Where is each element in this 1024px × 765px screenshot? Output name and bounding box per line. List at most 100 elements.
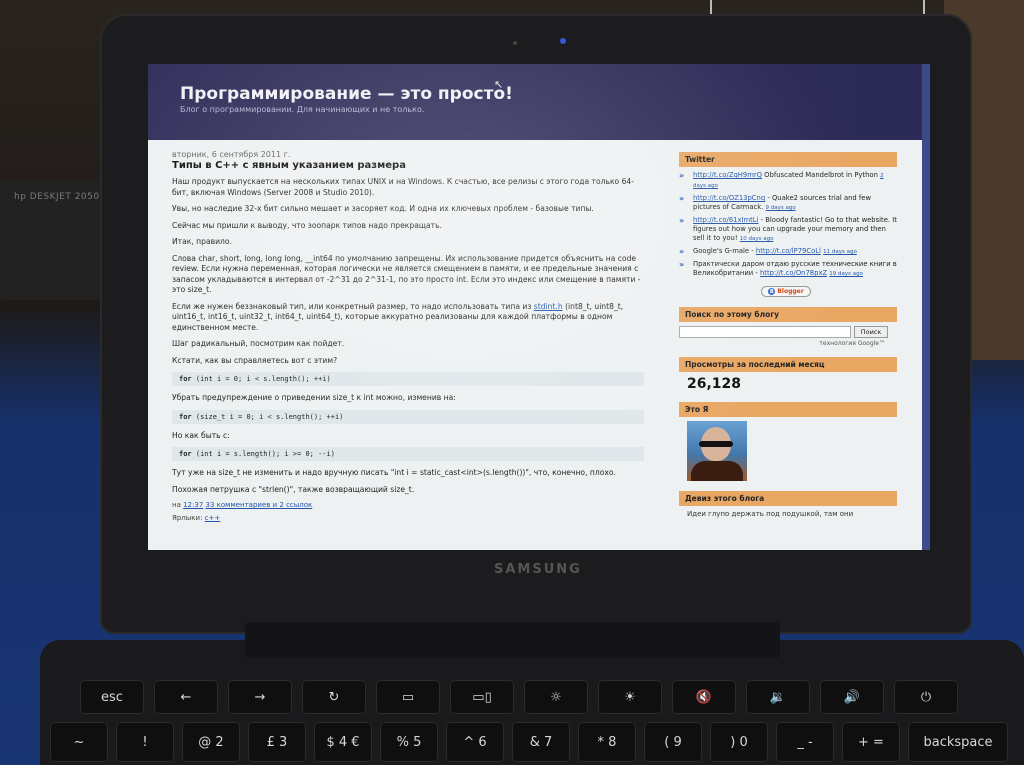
keyboard-key[interactable]: ☼ xyxy=(524,680,588,714)
footer-prefix: на xyxy=(172,501,184,509)
comments-link[interactable]: 33 комментариев и 2 ссылок xyxy=(206,501,313,509)
tweet-link[interactable]: http://t.co/lP79CoLl xyxy=(756,247,821,255)
keyboard-key[interactable]: ~ xyxy=(50,722,108,762)
tweet-item: » http://t.co/ZqH9mrQ Obfuscated Mandelbr… xyxy=(679,171,897,191)
webcam-lens xyxy=(513,41,517,45)
avatar[interactable] xyxy=(687,421,747,481)
keyboard-key[interactable]: 🔇 xyxy=(672,680,736,714)
code-keyword: for xyxy=(179,412,192,421)
keyboard-key[interactable]: % 5 xyxy=(380,722,438,762)
widget-title: Это Я xyxy=(679,402,897,417)
post-footer: на 12:37 33 комментариев и 2 ссылок xyxy=(172,501,652,509)
label-link[interactable]: c++ xyxy=(205,514,221,522)
code-keyword: for xyxy=(179,450,192,458)
post-paragraph: Итак, правило. xyxy=(172,237,232,246)
keyboard-key[interactable]: 🔊 xyxy=(820,680,884,714)
post-paragraph: Если же нужен беззнаковый тип, или конкр… xyxy=(172,302,644,334)
pageviews-widget: Просмотры за последний месяц 26,128 xyxy=(679,357,897,392)
keyboard-key[interactable]: £ 3 xyxy=(248,722,306,762)
printer-label: hp DESKJET 2050A xyxy=(14,192,107,202)
search-widget: Поиск по этому блогу Поиск технология Go… xyxy=(679,307,897,347)
code-block: for (size_t i = 0; i < s.length(); ++i) xyxy=(172,409,644,424)
tweet-bullet-icon: » xyxy=(679,216,685,225)
keyboard-key[interactable]: ☀ xyxy=(598,680,662,714)
tweet-time[interactable]: 10 days ago xyxy=(740,236,774,242)
tweet-bullet-icon: » xyxy=(679,171,685,180)
keyboard-key[interactable]: ! xyxy=(116,722,174,762)
keyboard-key[interactable]: ▭ xyxy=(376,680,440,714)
post-paragraph: Убрать предупреждение о приведении size_… xyxy=(172,393,456,402)
keyboard-key[interactable]: esc xyxy=(80,680,144,714)
labels-prefix: Ярлыки: xyxy=(172,514,205,522)
blogger-label: Blogger xyxy=(777,288,804,295)
post-text: Если же нужен беззнаковый тип, или конкр… xyxy=(172,301,534,311)
code-text: (size_t i = 0; i < s.length(); ++i) xyxy=(191,412,344,421)
code-keyword: for xyxy=(179,375,192,383)
blog-title[interactable]: Программирование — это просто! xyxy=(180,84,513,104)
keyboard-key[interactable]: 🔉 xyxy=(746,680,810,714)
blogger-icon: B xyxy=(768,288,776,295)
pageviews-count: 26,128 xyxy=(687,376,742,392)
post-paragraph: Наш продукт выпускается на нескольких ти… xyxy=(172,177,634,197)
keyboard: esc ← → ↻ ▭ ▭▯ ☼ ☀ 🔇 🔉 🔊 ⏻ ~! @ 2 £ 3 $ 4 €% 5 ^ 6 & 7 * 8… xyxy=(50,680,1024,765)
tweet-list: » http://t.co/ZqH9mrQ Obfuscated Mandelbr… xyxy=(679,171,897,279)
tweet-text: Google's G-male - xyxy=(693,247,756,255)
backspace-key[interactable]: backspace xyxy=(908,722,1008,762)
laptop-brand: SAMSUNG xyxy=(494,562,582,577)
tweet-bullet-icon: » xyxy=(679,260,685,269)
search-row: Поиск xyxy=(679,326,897,338)
keyboard-key[interactable]: $ 4 € xyxy=(314,722,372,762)
post-paragraph: Похожая петрушка с "strlen()", также воз… xyxy=(172,484,415,494)
tweet-item: » http://t.co/OZ13pCnq - Quake2 sources t… xyxy=(679,194,897,213)
laptop-hinge xyxy=(245,622,780,658)
keyboard-key[interactable]: ↻ xyxy=(302,680,366,714)
tweet-link[interactable]: http://t.co/OZ13pCnq xyxy=(693,194,765,202)
keyboard-key[interactable]: ▭▯ xyxy=(450,680,514,714)
stdint-link[interactable]: stdint.h xyxy=(534,302,563,311)
code-block: for (int i = 0; i < s.length(); ++i) xyxy=(172,372,644,386)
keyboard-key[interactable]: @ 2 xyxy=(182,722,240,762)
laptop-screen: Программирование — это просто! Блог о пр… xyxy=(148,64,930,550)
avatar-sunglasses xyxy=(699,441,733,447)
about-widget: Это Я xyxy=(679,402,897,481)
blog-description: Блог о программировании. Для начинающих … xyxy=(180,105,425,114)
sidebar: Twitter » http://t.co/ZqH9mrQ Obfuscated … xyxy=(679,152,897,528)
webcam-light xyxy=(560,38,566,44)
keyboard-key[interactable]: * 8 xyxy=(578,722,636,762)
code-text: (int i = 0; i < s.length(); ++i) xyxy=(191,375,331,383)
keyboard-key[interactable]: ← xyxy=(154,680,218,714)
keyboard-key[interactable]: → xyxy=(228,680,292,714)
post-time-link[interactable]: 12:37 xyxy=(183,501,203,509)
keyboard-key[interactable]: ^ 6 xyxy=(446,722,504,762)
keyboard-key[interactable]: & 7 xyxy=(512,722,570,762)
keyboard-key[interactable]: ) 0 xyxy=(710,722,768,762)
widget-title: Девиз этого блога xyxy=(679,491,897,506)
search-button[interactable]: Поиск xyxy=(854,326,888,338)
widget-title: Поиск по этому блогу xyxy=(679,307,897,322)
search-input[interactable] xyxy=(679,326,851,338)
tweet-link[interactable]: http://t.co/On78pxZ xyxy=(760,269,827,277)
avatar-jacket xyxy=(691,461,743,481)
post-date: вторник, 6 сентября 2011 г. xyxy=(172,150,291,159)
tweet-time[interactable]: 19 days ago xyxy=(829,271,863,277)
tweet-time[interactable]: 11 days ago xyxy=(823,249,857,255)
page-scrollbar[interactable] xyxy=(922,64,930,550)
tweet-item: » http://t.co/61xImtLi - Bloody fantastic… xyxy=(679,216,897,244)
tweet-item: » Практически даром отдаю русские техниче… xyxy=(679,260,897,279)
tweet-time[interactable]: 9 days ago xyxy=(766,205,796,211)
post-paragraph: Кстати, как вы справляетесь вот с этим? xyxy=(172,355,338,365)
keyboard-key[interactable]: + = xyxy=(842,722,900,762)
blog-post: вторник, 6 сентября 2011 г. Типы в C++ с… xyxy=(172,150,652,527)
post-paragraph: Тут уже на size_t не изменить и надо вру… xyxy=(172,468,616,477)
post-paragraph: Но как быть с: xyxy=(172,430,230,440)
code-block: for (int i = s.length(); i >= 0; --i) xyxy=(172,447,644,461)
twitter-widget: Twitter » http://t.co/ZqH9mrQ Obfuscated … xyxy=(679,152,897,297)
keyboard-key[interactable]: ⏻ xyxy=(894,680,958,714)
tweet-link[interactable]: http://t.co/61xImtLi xyxy=(693,216,758,224)
blogger-badge[interactable]: B Blogger xyxy=(761,286,811,297)
keyboard-key[interactable]: ( 9 xyxy=(644,722,702,762)
keyboard-key[interactable]: _ - xyxy=(776,722,834,762)
post-paragraph: Шаг радикальный, посмотрим как пойдет. xyxy=(172,339,345,348)
post-title[interactable]: Типы в C++ с явным указанием размера xyxy=(172,160,652,171)
tweet-link[interactable]: http://t.co/ZqH9mrQ xyxy=(693,171,762,179)
